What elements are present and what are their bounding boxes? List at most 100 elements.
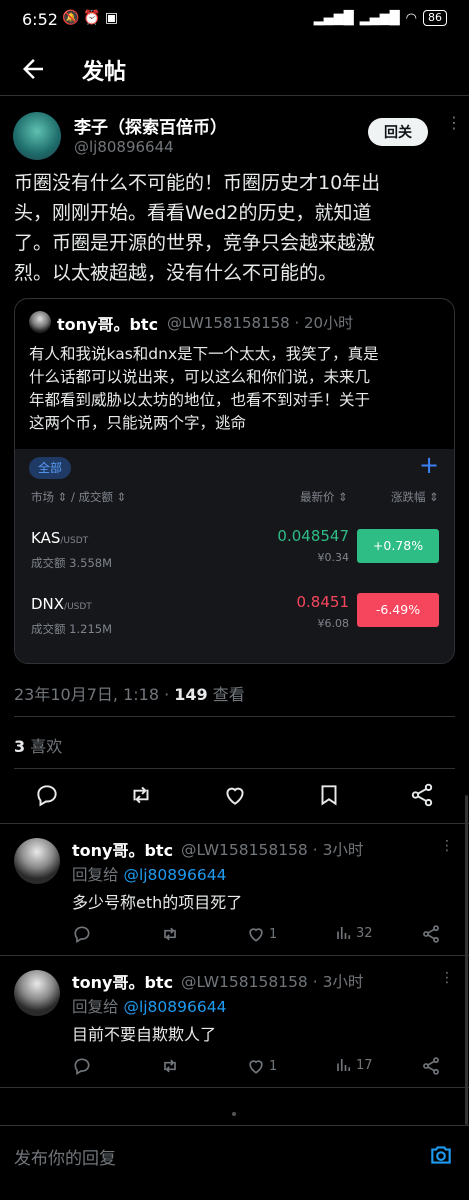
change-badge: +0.78% — [357, 529, 439, 563]
author-avatar[interactable] — [13, 112, 61, 160]
author-handle[interactable]: @lj80896644 — [74, 138, 174, 156]
reply-to-handle[interactable]: @lj80896644 — [123, 998, 226, 1016]
like-action[interactable]: 1 — [246, 1056, 277, 1076]
reply-text: 目前不要自欺欺人了 — [72, 1025, 217, 1044]
author-name[interactable]: 李子（探索百倍币） — [74, 113, 227, 138]
quoted-author-avatar — [29, 311, 51, 333]
coin-price: 0.048547 — [277, 527, 349, 545]
views-label: 查看 — [207, 685, 245, 704]
system-icons: ▂▄▆█ ▂▄▆█ ◠ 86 — [314, 10, 447, 26]
bookmark-icon[interactable] — [316, 782, 342, 808]
reply-prefix: 回复给 — [72, 866, 124, 884]
like-action[interactable]: 1 — [246, 924, 277, 944]
quoted-tweet-text: 有人和我说kas和dnx是下一个太太，我笑了，真是 什么话都可以说出来，可以这么… — [29, 343, 445, 435]
views-action[interactable]: 32 — [335, 924, 373, 942]
change-badge: -6.49% — [357, 593, 439, 627]
reply-author-meta: @LW158158158 · 3小时 — [181, 973, 364, 991]
reply-to-line: 回复给 @lj80896644 — [72, 863, 226, 885]
retweet-icon[interactable] — [160, 1056, 180, 1076]
coin-volume: 成交额 1.215M — [31, 622, 112, 636]
reply-icon[interactable] — [72, 1056, 92, 1076]
divider — [14, 716, 455, 717]
likes-summary[interactable]: 3 喜欢 — [14, 733, 62, 757]
tweet-timestamp: 23年10月7日, 1:18 · 149 查看 — [14, 681, 245, 705]
reply-icon[interactable] — [34, 782, 60, 808]
back-arrow-icon[interactable] — [18, 54, 48, 84]
tweet-line: 烈。以太被超越，没有什么不可能的。 — [14, 262, 338, 284]
tweet-line: 了。币圈是开源的世界，竞争只会越来越激 — [14, 232, 376, 254]
divider — [14, 768, 455, 769]
reply-author-name[interactable]: tony哥。btc — [72, 837, 173, 861]
analytics-icon — [337, 927, 351, 939]
quoted-author-meta: @LW158158158 · 20小时 — [167, 314, 354, 332]
reply-icon[interactable] — [72, 924, 92, 944]
likes-label: 喜欢 — [25, 737, 63, 756]
like-icon — [249, 1060, 263, 1074]
quote-line: 有人和我说kas和dnx是下一个太太，我笑了，真是 — [29, 345, 379, 363]
reply-item[interactable]: tony哥。btc @LW158158158 · 3小时 ⋮ 回复给 @lj80… — [0, 824, 469, 955]
coin-name: KAS — [31, 529, 61, 547]
share-icon[interactable] — [409, 782, 435, 808]
battery-icon: 86 — [423, 10, 447, 26]
quoted-tweet-card[interactable]: tony哥。btc @LW158158158 · 20小时 有人和我说kas和d… — [14, 298, 455, 664]
reply-text: 多少号称eth的项目死了 — [72, 893, 243, 912]
more-options-icon[interactable]: ⋮ — [440, 838, 454, 854]
share-icon[interactable] — [421, 1056, 441, 1076]
page-title: 发帖 — [82, 60, 127, 85]
retweet-icon[interactable] — [128, 782, 154, 808]
like-count: 1 — [269, 926, 278, 942]
coin-volume: 成交额 3.558M — [31, 556, 112, 570]
divider — [0, 1087, 469, 1088]
like-icon[interactable] — [222, 782, 248, 808]
coin-pair: /USDT — [64, 602, 92, 612]
reply-composer[interactable]: 发布你的回复 — [0, 1125, 469, 1200]
status-time: 6:52 — [22, 10, 58, 29]
coin-cny-price: ¥6.08 — [317, 617, 350, 630]
scrollbar[interactable] — [465, 795, 468, 1125]
tweet-text: 币圈没有什么不可能的！币圈历史才10年出 头，刚刚开始。看看Wed2的历史，就知… — [14, 168, 459, 288]
reply-to-line: 回复给 @lj80896644 — [72, 995, 226, 1017]
reply-author-avatar[interactable] — [14, 838, 60, 884]
reply-author-meta: @LW158158158 · 3小时 — [181, 841, 364, 859]
tweet-line: 币圈没有什么不可能的！币圈历史才10年出 — [14, 172, 381, 194]
follow-back-button[interactable]: 回关 — [368, 118, 428, 146]
reply-prefix: 回复给 — [72, 998, 124, 1016]
timestamp-text: 23年10月7日, 1:18 · — [14, 685, 175, 704]
reply-input[interactable]: 发布你的回复 — [14, 1144, 116, 1169]
tweet-line: 头，刚刚开始。看看Wed2的历史，就知道 — [14, 202, 372, 224]
more-options-icon[interactable]: ⋮ — [446, 113, 462, 132]
signal-icon-2: ▂▄▆█ — [359, 10, 400, 26]
status-bar: 6:52 🔕⏰▣ ▂▄▆█ ▂▄▆█ ◠ 86 — [0, 0, 469, 40]
market-screenshot-image[interactable]: 全部 + 市场 ⇕ / 成交额 ⇕ 最新价 ⇕ 涨跌幅 ⇕ KAS/USDT 成… — [15, 449, 454, 663]
views-count: 149 — [174, 685, 208, 704]
quoted-author-name: tony哥。btc — [57, 315, 159, 334]
quote-line: 什么话都可以说出来，可以这么和你们说，未来几 — [29, 368, 371, 386]
top-bar: 发帖 — [0, 44, 469, 96]
coin-name: DNX — [31, 595, 65, 613]
wifi-icon: ◠ — [405, 10, 417, 26]
coin-symbol: DNX/USDT — [31, 595, 92, 613]
scroll-indicator-dot — [232, 1112, 236, 1116]
tab-all: 全部 — [29, 457, 72, 479]
view-count: 17 — [356, 1057, 373, 1073]
share-icon[interactable] — [421, 924, 441, 944]
tweet-action-bar — [0, 778, 469, 816]
notification-icons: 🔕⏰▣ — [62, 10, 123, 26]
camera-icon[interactable] — [428, 1142, 454, 1168]
signal-icon: ▂▄▆█ — [313, 10, 354, 26]
header-price: 最新价 ⇕ — [300, 490, 348, 504]
quote-line: 这两个币，只能说两个字，逃命 — [29, 414, 247, 432]
reply-author-name[interactable]: tony哥。btc — [72, 969, 173, 993]
views-action[interactable]: 17 — [335, 1056, 373, 1074]
coin-symbol: KAS/USDT — [31, 529, 88, 547]
reply-author-avatar[interactable] — [14, 970, 60, 1016]
reply-item[interactable]: tony哥。btc @LW158158158 · 3小时 ⋮ 回复给 @lj80… — [0, 956, 469, 1087]
header-change: 涨跌幅 ⇕ — [391, 490, 439, 504]
more-options-icon[interactable]: ⋮ — [440, 970, 454, 986]
coin-price: 0.8451 — [296, 593, 350, 611]
like-icon — [249, 928, 263, 942]
retweet-icon[interactable] — [160, 924, 180, 944]
header-market: 市场 ⇕ / 成交额 ⇕ — [31, 490, 127, 504]
coin-pair: /USDT — [60, 536, 89, 546]
reply-to-handle[interactable]: @lj80896644 — [123, 866, 226, 884]
